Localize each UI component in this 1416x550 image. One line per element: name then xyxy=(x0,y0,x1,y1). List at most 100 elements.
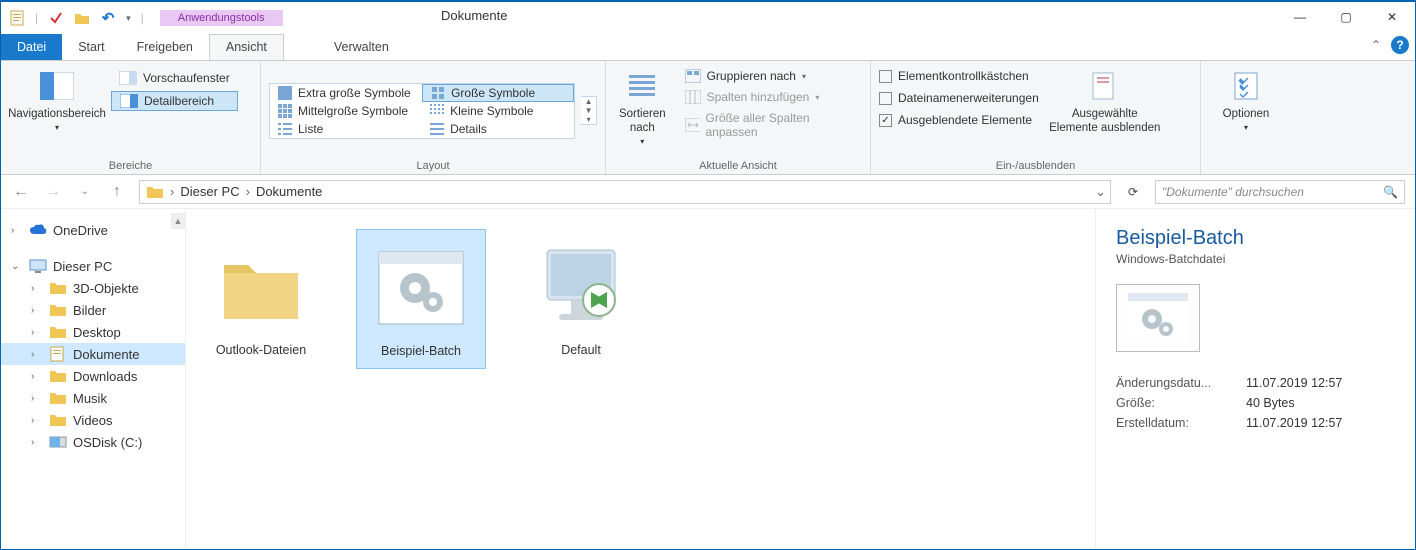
group-by-button[interactable]: Gruppieren nach▾ xyxy=(677,67,862,85)
undo-icon[interactable]: ↶ xyxy=(100,10,116,26)
new-folder-icon[interactable] xyxy=(74,10,90,26)
tree-item-desktop[interactable]: ›Desktop xyxy=(1,321,185,343)
tree-item-videos[interactable]: ›Videos xyxy=(1,409,185,431)
breadcrumb-location[interactable]: Dokumente xyxy=(256,184,322,199)
tree-item-dokumente[interactable]: ›Dokumente xyxy=(1,343,185,365)
chevron-right-icon[interactable]: › xyxy=(31,371,43,382)
details-preview xyxy=(1116,284,1200,352)
breadcrumb[interactable]: › Dieser PC › Dokumente ⌄ xyxy=(139,180,1111,204)
address-bar-row: ← → ⌄ ↑ › Dieser PC › Dokumente ⌄ ⟳ "Dok… xyxy=(1,175,1415,209)
navigation-pane-icon xyxy=(40,69,74,103)
chevron-right-icon[interactable]: › xyxy=(246,184,250,199)
folder-icon xyxy=(49,434,67,450)
group-by-icon xyxy=(685,69,701,83)
collapse-ribbon-icon[interactable]: ⌃ xyxy=(1371,38,1381,52)
preview-pane-icon xyxy=(119,71,137,85)
tab-view[interactable]: Ansicht xyxy=(209,34,284,60)
group-label-current-view: Aktuelle Ansicht xyxy=(614,156,862,174)
file-item-outlook-dateien[interactable]: Outlook-Dateien xyxy=(196,229,326,367)
group-label-panes: Bereiche xyxy=(9,156,252,174)
layout-medium[interactable]: Mittelgroße Symbole xyxy=(270,102,422,120)
tab-manage[interactable]: Verwalten xyxy=(318,34,405,60)
properties-icon[interactable] xyxy=(48,10,64,26)
layout-details[interactable]: Details xyxy=(422,120,574,138)
layout-scroll[interactable]: ▲▼▾ xyxy=(581,96,597,125)
details-subtitle: Windows-Batchdatei xyxy=(1116,252,1395,266)
file-extensions-toggle[interactable]: Dateinamenerweiterungen xyxy=(879,89,1039,107)
scrollbar-up-icon[interactable]: ▲ xyxy=(171,213,185,229)
folder-icon xyxy=(49,368,67,384)
chevron-right-icon[interactable]: › xyxy=(31,415,43,426)
tree-this-pc[interactable]: ⌄ Dieser PC xyxy=(1,255,185,277)
preview-pane-button[interactable]: Vorschaufenster xyxy=(111,69,238,87)
maximize-button[interactable]: ▢ xyxy=(1323,2,1369,32)
detail-row: Größe:40 Bytes xyxy=(1116,396,1395,410)
folder-icon xyxy=(49,324,67,340)
nav-history-button[interactable]: ⌄ xyxy=(75,186,95,197)
detail-value: 11.07.2019 12:57 xyxy=(1246,416,1342,430)
chevron-right-icon[interactable]: › xyxy=(31,349,43,360)
qat-separator: | xyxy=(141,11,144,25)
file-item-beispiel-batch[interactable]: Beispiel-Batch xyxy=(356,229,486,369)
search-input[interactable]: "Dokumente" durchsuchen 🔍 xyxy=(1155,180,1405,204)
file-item-default[interactable]: Default xyxy=(516,229,646,367)
small-icon xyxy=(430,104,444,118)
tree-item-osdisk-c-[interactable]: ›OSDisk (C:) xyxy=(1,431,185,453)
chevron-right-icon[interactable]: › xyxy=(31,327,43,338)
breadcrumb-pc[interactable]: Dieser PC xyxy=(180,184,239,199)
app-icon xyxy=(9,10,25,26)
add-columns-icon xyxy=(685,90,701,104)
tree-item-3d-objekte[interactable]: › 3D-Objekte xyxy=(1,277,185,299)
chevron-right-icon[interactable]: › xyxy=(11,225,23,236)
search-icon: 🔍 xyxy=(1383,185,1398,199)
layout-small[interactable]: Kleine Symbole xyxy=(422,102,574,120)
chevron-right-icon[interactable]: › xyxy=(31,283,43,294)
checkbox-icon xyxy=(879,92,892,105)
tree-item-label: 3D-Objekte xyxy=(73,281,139,296)
window-title: Dokumente xyxy=(441,8,507,23)
tab-share[interactable]: Freigeben xyxy=(121,34,209,60)
chevron-right-icon[interactable]: › xyxy=(31,437,43,448)
tree-item-musik[interactable]: ›Musik xyxy=(1,387,185,409)
tree-item-bilder[interactable]: ›Bilder xyxy=(1,299,185,321)
hide-selected-button[interactable]: Ausgewählte Elemente ausblenden xyxy=(1045,65,1165,139)
nav-up-button[interactable]: ↑ xyxy=(107,183,127,201)
add-columns-button: Spalten hinzufügen▾ xyxy=(677,88,862,106)
sort-by-button[interactable]: Sortieren nach▾ xyxy=(614,65,671,153)
details-icon xyxy=(430,122,444,136)
layout-large[interactable]: Große Symbole xyxy=(422,84,574,102)
ribbon-tabs: Datei Start Freigeben Ansicht Verwalten … xyxy=(1,34,1415,60)
refresh-button[interactable]: ⟳ xyxy=(1123,185,1143,199)
chevron-down-icon[interactable]: ⌄ xyxy=(11,261,23,272)
minimize-button[interactable]: — xyxy=(1277,2,1323,32)
nav-back-button[interactable]: ← xyxy=(11,183,31,201)
tree-item-downloads[interactable]: ›Downloads xyxy=(1,365,185,387)
detail-pane-button[interactable]: Detailbereich xyxy=(111,91,238,111)
file-label: Default xyxy=(520,343,642,357)
tree-onedrive[interactable]: › OneDrive xyxy=(1,219,185,241)
tab-start[interactable]: Start xyxy=(62,34,120,60)
pc-icon xyxy=(29,258,47,274)
tab-file[interactable]: Datei xyxy=(1,34,62,60)
qat-separator: | xyxy=(35,11,38,25)
hidden-items-toggle[interactable]: ✓Ausgeblendete Elemente xyxy=(879,111,1039,129)
chevron-right-icon[interactable]: › xyxy=(31,393,43,404)
chevron-right-icon[interactable]: › xyxy=(31,305,43,316)
folder-icon xyxy=(49,302,67,318)
navigation-tree: ▲ › OneDrive ⌄ Dieser PC › 3D-Objekte ›Bil… xyxy=(1,209,186,549)
cloud-icon xyxy=(29,222,47,238)
checkbox-icon xyxy=(879,70,892,83)
group-label-show-hide: Ein-/ausblenden xyxy=(879,156,1192,174)
detail-row: Änderungsdatu...11.07.2019 12:57 xyxy=(1116,376,1395,390)
layout-extralarge[interactable]: Extra große Symbole xyxy=(270,84,422,102)
breadcrumb-dropdown-icon[interactable]: ⌄ xyxy=(1095,184,1106,200)
navigation-pane-button[interactable]: Navigationsbereich▾ xyxy=(9,65,105,139)
help-icon[interactable]: ? xyxy=(1391,36,1409,54)
item-checkboxes-toggle[interactable]: Elementkontrollkästchen xyxy=(879,67,1039,85)
close-button[interactable]: ✕ xyxy=(1369,2,1415,32)
chevron-right-icon[interactable]: › xyxy=(170,184,174,199)
options-button[interactable]: Optionen▾ xyxy=(1211,65,1281,139)
layout-list[interactable]: Liste xyxy=(270,120,422,138)
qat-dropdown-icon[interactable]: ▾ xyxy=(126,13,131,24)
folder-icon xyxy=(49,390,67,406)
